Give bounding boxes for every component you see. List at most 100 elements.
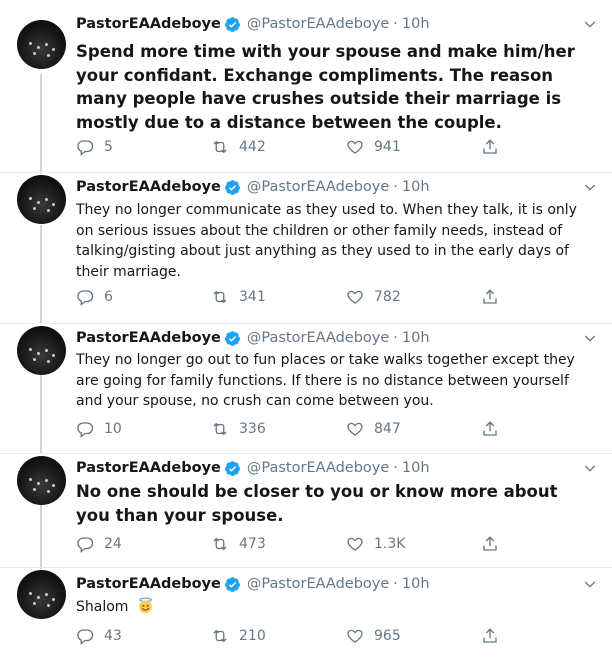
author-name[interactable]: PastorEAAdeboye <box>76 576 221 592</box>
avatar[interactable] <box>17 456 66 505</box>
share-button[interactable] <box>481 138 509 156</box>
reply-button[interactable]: 43 <box>76 627 122 645</box>
reply-count: 6 <box>104 289 113 305</box>
author-name[interactable]: PastorEAAdeboye <box>76 16 221 32</box>
retweet-button[interactable]: 442 <box>211 138 266 156</box>
reply-icon <box>77 140 94 156</box>
reply-button[interactable]: 6 <box>76 288 113 306</box>
reply-icon <box>77 422 94 438</box>
timestamp[interactable]: 10h <box>402 179 430 195</box>
author-handle[interactable]: @PastorEAAdeboye <box>247 460 389 476</box>
timestamp[interactable]: 10h <box>402 576 430 592</box>
author-handle[interactable]: @PastorEAAdeboye <box>247 179 389 195</box>
heart-icon <box>347 422 363 436</box>
tweet-actions: 10 336 847 <box>76 420 506 440</box>
timestamp[interactable]: 10h <box>402 16 430 32</box>
retweet-icon <box>213 140 227 154</box>
share-button[interactable] <box>481 627 509 645</box>
tweet-text-container: Shalom <box>76 597 586 618</box>
chevron-down-icon[interactable] <box>582 460 598 476</box>
tweet[interactable]: PastorEAAdeboye @PastorEAAdeboye · 10h T… <box>0 173 612 324</box>
share-button[interactable] <box>481 535 509 553</box>
reply-icon <box>77 537 94 553</box>
avatar[interactable] <box>17 175 66 224</box>
reply-button[interactable]: 5 <box>76 138 113 156</box>
retweet-icon <box>213 629 227 643</box>
avatar[interactable] <box>17 326 66 375</box>
tweet-header: PastorEAAdeboye @PastorEAAdeboye · 10h <box>76 460 430 476</box>
reply-button[interactable]: 24 <box>76 535 122 553</box>
verified-badge-icon <box>224 179 240 195</box>
tweet-header: PastorEAAdeboye @PastorEAAdeboye · 10h <box>76 16 430 32</box>
tweet-text: They no longer go out to fun places or t… <box>76 352 575 410</box>
tweet-actions: 6 341 782 <box>76 288 506 308</box>
reply-icon <box>77 629 94 645</box>
retweet-count: 210 <box>239 628 266 644</box>
tweet[interactable]: PastorEAAdeboye @PastorEAAdeboye · 10h S… <box>0 0 612 174</box>
share-button[interactable] <box>481 420 509 438</box>
heart-icon <box>347 290 363 304</box>
avatar[interactable] <box>17 570 66 619</box>
chevron-down-icon[interactable] <box>582 16 598 32</box>
tweet-text: Shalom <box>76 599 129 615</box>
reply-count: 5 <box>104 139 113 155</box>
tweet-text: No one should be closer to you or know m… <box>76 482 558 525</box>
like-count: 1.3K <box>374 536 406 552</box>
share-icon <box>483 628 497 643</box>
reply-count: 24 <box>104 536 122 552</box>
verified-badge-icon <box>224 16 240 32</box>
retweet-count: 341 <box>239 289 266 305</box>
heart-icon <box>347 629 363 643</box>
chevron-down-icon[interactable] <box>582 330 598 346</box>
tweet[interactable]: PastorEAAdeboye @PastorEAAdeboye · 10h T… <box>0 324 612 454</box>
author-handle[interactable]: @PastorEAAdeboye <box>247 576 389 592</box>
retweet-icon <box>213 290 227 304</box>
reply-count: 43 <box>104 628 122 644</box>
like-count: 847 <box>374 421 401 437</box>
heart-icon <box>347 537 363 551</box>
like-button[interactable]: 847 <box>346 420 401 438</box>
like-button[interactable]: 1.3K <box>346 535 405 553</box>
author-name[interactable]: PastorEAAdeboye <box>76 460 221 476</box>
like-button[interactable]: 965 <box>346 627 401 645</box>
like-count: 782 <box>374 289 401 305</box>
avatar[interactable] <box>17 20 66 69</box>
tweet[interactable]: PastorEAAdeboye @PastorEAAdeboye · 10h S… <box>0 568 612 657</box>
author-name[interactable]: PastorEAAdeboye <box>76 330 221 346</box>
reply-count: 10 <box>104 421 122 437</box>
retweet-button[interactable]: 336 <box>211 420 266 438</box>
tweet-header: PastorEAAdeboye @PastorEAAdeboye · 10h <box>76 576 430 592</box>
share-icon <box>483 421 497 436</box>
retweet-icon <box>213 422 227 436</box>
chevron-down-icon[interactable] <box>582 576 598 592</box>
retweet-count: 442 <box>239 139 266 155</box>
share-button[interactable] <box>481 288 509 306</box>
author-handle[interactable]: @PastorEAAdeboye <box>247 330 389 346</box>
tweet-header: PastorEAAdeboye @PastorEAAdeboye · 10h <box>76 179 430 195</box>
timestamp[interactable]: 10h <box>402 330 430 346</box>
chevron-down-icon[interactable] <box>582 179 598 195</box>
tweet-actions: 24 473 1.3K <box>76 535 506 555</box>
like-button[interactable]: 782 <box>346 288 401 306</box>
tweet-actions: 43 210 965 <box>76 627 506 647</box>
share-icon <box>483 289 497 304</box>
verified-badge-icon <box>224 330 240 346</box>
retweet-button[interactable]: 473 <box>211 535 266 553</box>
heart-icon <box>347 140 363 154</box>
like-count: 965 <box>374 628 401 644</box>
tweet-actions: 5 442 941 <box>76 138 506 158</box>
tweet[interactable]: PastorEAAdeboye @PastorEAAdeboye · 10h N… <box>0 454 612 568</box>
author-name[interactable]: PastorEAAdeboye <box>76 179 221 195</box>
retweet-button[interactable]: 341 <box>211 288 266 306</box>
reply-button[interactable]: 10 <box>76 420 122 438</box>
reply-icon <box>77 290 94 306</box>
tweet-text: They no longer communicate as they used … <box>76 202 577 280</box>
like-count: 941 <box>374 139 401 155</box>
smiling-face-with-halo-emoji <box>139 597 152 614</box>
retweet-button[interactable]: 210 <box>211 627 266 645</box>
timestamp[interactable]: 10h <box>402 460 430 476</box>
tweet-text: Spend more time with your spouse and mak… <box>76 42 575 132</box>
retweet-icon <box>213 537 227 551</box>
author-handle[interactable]: @PastorEAAdeboye <box>247 16 389 32</box>
like-button[interactable]: 941 <box>346 138 401 156</box>
